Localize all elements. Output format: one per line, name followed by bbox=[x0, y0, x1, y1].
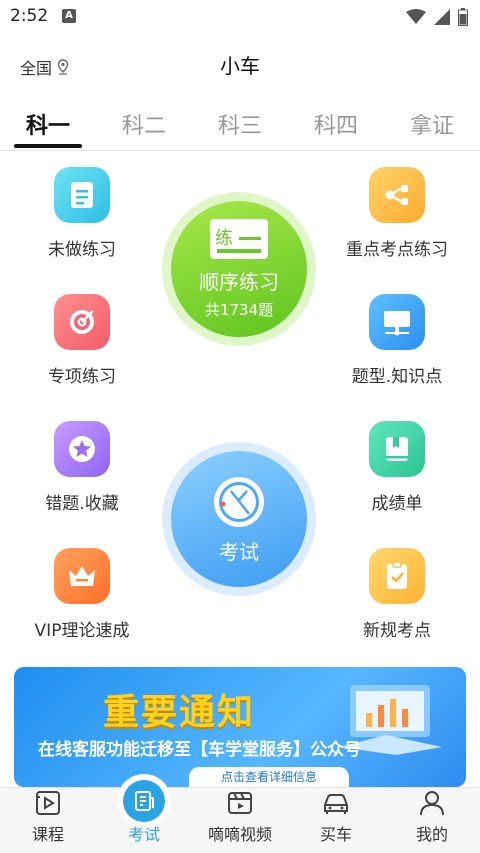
bookmark-book-icon bbox=[369, 421, 425, 477]
checklist-icon bbox=[369, 548, 425, 604]
battery-icon bbox=[458, 8, 468, 26]
banner-subtitle: 在线客服功能迁移至【车学堂服务】公众号 bbox=[38, 740, 361, 760]
nav-video[interactable]: 嘀嘀视频 bbox=[192, 788, 288, 853]
target-icon bbox=[54, 294, 110, 350]
nav-exam[interactable]: 考试 bbox=[96, 774, 192, 853]
score-report-label: 成绩单 bbox=[371, 494, 423, 514]
nav-buy-car-label: 买车 bbox=[319, 825, 352, 844]
banner-title: 重要通知 bbox=[102, 692, 255, 733]
star-icon bbox=[54, 421, 110, 477]
nav-buy-car[interactable]: 买车 bbox=[288, 788, 384, 853]
question-count: 共1734题 bbox=[204, 301, 274, 319]
status-bar: 2:52 A bbox=[0, 0, 480, 34]
wifi-icon bbox=[406, 9, 426, 24]
status-icons bbox=[406, 7, 468, 27]
question-type-button[interactable]: 题型.知识点 bbox=[322, 294, 472, 387]
wrong-favorites-label: 错题.收藏 bbox=[45, 494, 119, 514]
vip-course-button[interactable]: VIP理论速成 bbox=[7, 548, 157, 641]
tab-get-license[interactable]: 拿证 bbox=[384, 100, 480, 150]
exam-label: 考试 bbox=[219, 539, 259, 564]
car-icon bbox=[324, 794, 348, 814]
key-points-practice-button[interactable]: 重点考点练习 bbox=[322, 167, 472, 260]
unfinished-practice-button[interactable]: 未做练习 bbox=[7, 167, 157, 260]
tab-subject-1[interactable]: 科一 bbox=[0, 100, 96, 150]
page-title: 小车 bbox=[220, 54, 260, 78]
special-practice-label: 专项练习 bbox=[48, 367, 116, 387]
special-practice-button[interactable]: 专项练习 bbox=[7, 294, 157, 387]
notice-banner[interactable]: 重要通知 在线客服功能迁移至【车学堂服务】公众号 点击查看详细信息 bbox=[14, 667, 466, 787]
notification-a-icon: A bbox=[62, 9, 76, 23]
exam-paper-icon bbox=[123, 780, 165, 822]
subject-tabs: 科一 科二 科三 科四 拿证 bbox=[0, 100, 480, 150]
tab-subject-4[interactable]: 科四 bbox=[288, 100, 384, 150]
nav-course[interactable]: 课程 bbox=[0, 788, 96, 853]
wrong-favorites-button[interactable]: 错题.收藏 bbox=[7, 421, 157, 514]
nav-mine[interactable]: 我的 bbox=[384, 788, 480, 853]
sequential-practice-core: 练 顺序练习 共1734题 bbox=[171, 201, 307, 337]
document-icon bbox=[54, 167, 110, 223]
exam-core: 考试 bbox=[171, 451, 307, 587]
exam-button[interactable]: 考试 bbox=[162, 442, 316, 596]
question-type-label: 题型.知识点 bbox=[351, 367, 443, 387]
svg-text:练: 练 bbox=[215, 228, 233, 249]
new-rules-label: 新规考点 bbox=[363, 621, 431, 641]
new-rules-button[interactable]: 新规考点 bbox=[322, 548, 472, 641]
nav-video-label: 嘀嘀视频 bbox=[207, 825, 272, 844]
bottom-nav: 课程 考试 嘀嘀视频 买车 我的 bbox=[0, 774, 480, 853]
sequential-practice-button[interactable]: 练 顺序练习 共1734题 bbox=[162, 192, 316, 346]
share-nodes-icon bbox=[369, 167, 425, 223]
person-icon bbox=[420, 791, 444, 816]
clock-pen-icon bbox=[214, 476, 264, 527]
banner-details-button[interactable]: 点击查看详细信息 bbox=[189, 767, 349, 787]
score-report-button[interactable]: 成绩单 bbox=[322, 421, 472, 514]
practice-card-icon: 练 bbox=[210, 219, 268, 259]
nav-mine-label: 我的 bbox=[415, 825, 448, 844]
tab-subject-3[interactable]: 科三 bbox=[192, 100, 288, 150]
unfinished-practice-label: 未做练习 bbox=[48, 240, 116, 260]
key-points-practice-label: 重点考点练习 bbox=[346, 240, 448, 260]
nav-course-label: 课程 bbox=[31, 825, 64, 844]
signal-icon bbox=[434, 9, 450, 25]
status-time: 2:52 bbox=[10, 6, 49, 26]
video-icon bbox=[228, 792, 252, 814]
tab-subject-2[interactable]: 科二 bbox=[96, 100, 192, 150]
crown-icon bbox=[54, 548, 110, 604]
vip-course-label: VIP理论速成 bbox=[34, 621, 130, 641]
play-book-icon bbox=[36, 791, 60, 815]
tab-divider bbox=[0, 150, 480, 151]
monitor-icon bbox=[369, 294, 425, 350]
sequential-practice-label: 顺序练习 bbox=[199, 270, 279, 294]
